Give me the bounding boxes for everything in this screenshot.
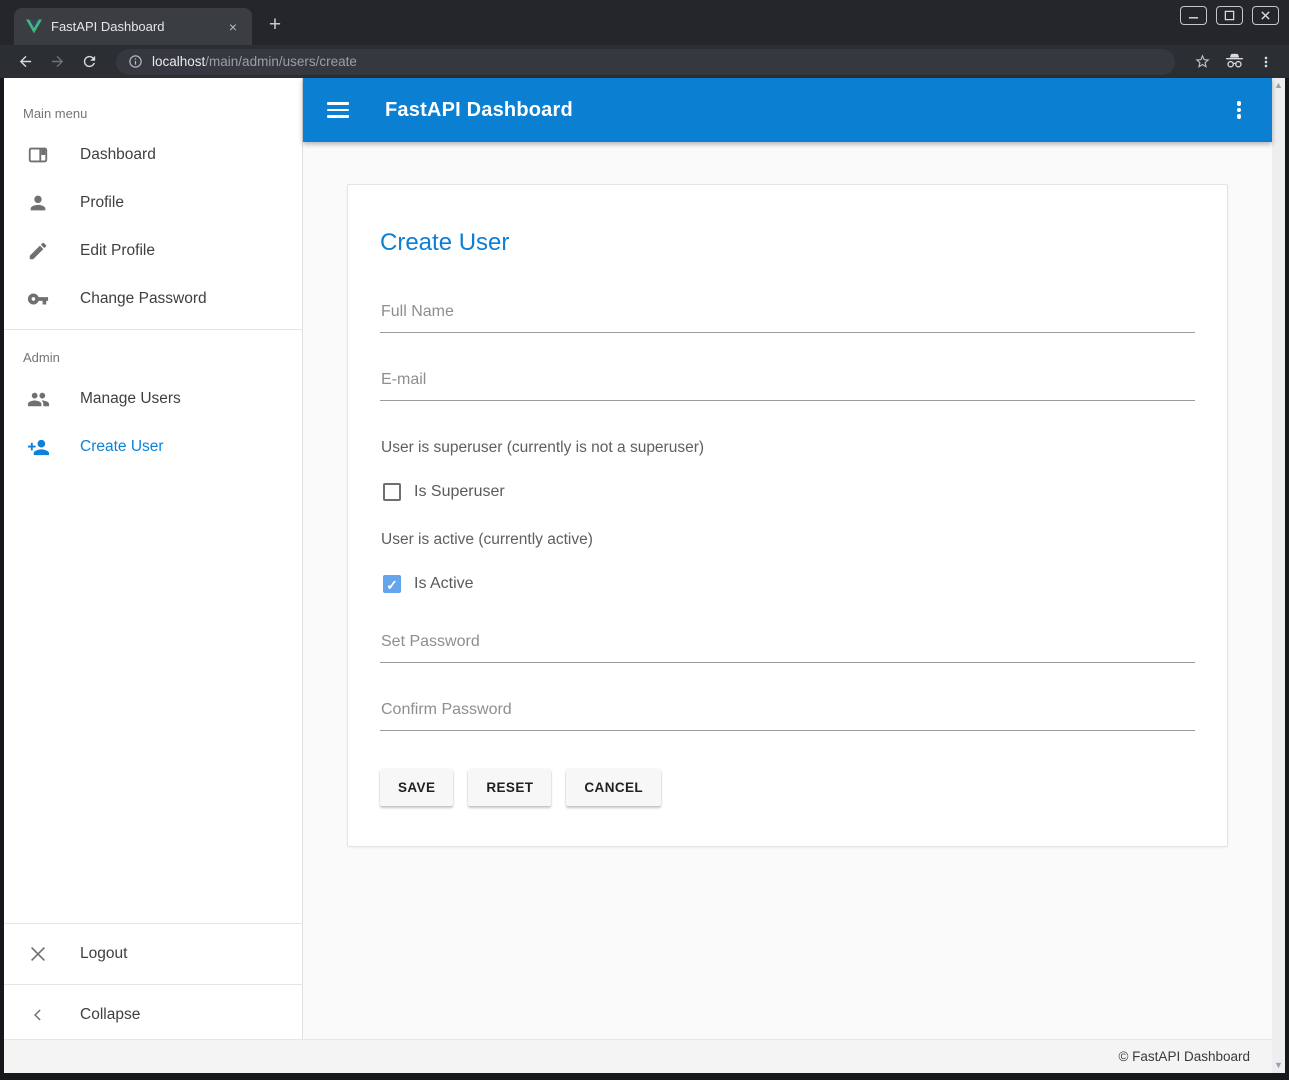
checkbox-label: Is Superuser (414, 483, 505, 501)
forward-arrow-icon (49, 53, 66, 70)
app-bar: FastAPI Dashboard (303, 78, 1272, 142)
is-active-checkbox[interactable]: ✓ (383, 575, 401, 593)
sidebar-item-label: Edit Profile (80, 242, 155, 260)
sidebar: Main menu Dashboard Profile (4, 78, 303, 1039)
full-name-field-wrap (380, 303, 1195, 333)
bookmark-star-button[interactable] (1189, 49, 1215, 75)
sidebar-item-logout[interactable]: Logout (4, 930, 302, 978)
sidebar-item-label: Dashboard (80, 146, 156, 164)
kebab-menu-icon (1237, 99, 1242, 121)
chevron-left-icon (26, 1003, 50, 1027)
email-input[interactable] (380, 371, 1195, 401)
incognito-icon (1225, 53, 1244, 70)
sidebar-divider (4, 329, 302, 330)
is-superuser-checkbox[interactable] (383, 483, 401, 501)
page-viewport: Main menu Dashboard Profile (4, 78, 1285, 1073)
superuser-note: User is superuser (currently is not a su… (381, 439, 1195, 457)
page-info-icon[interactable] (128, 54, 143, 69)
confirm-password-input[interactable] (380, 701, 1195, 731)
footer-copyright: © FastAPI Dashboard (1118, 1049, 1250, 1064)
app-bar-title: FastAPI Dashboard (385, 99, 573, 122)
confirm-password-field-wrap (380, 701, 1195, 731)
page-scrollbar[interactable]: ▲ ▼ (1272, 78, 1285, 1073)
url-text: localhost/main/admin/users/create (152, 53, 357, 71)
incognito-indicator (1221, 49, 1247, 75)
kebab-menu-icon (1258, 54, 1274, 70)
sidebar-item-dashboard[interactable]: Dashboard (4, 131, 302, 179)
reload-button[interactable] (76, 49, 102, 75)
people-icon (26, 387, 50, 411)
sidebar-section-admin: Admin (4, 336, 302, 375)
browser-menu-button[interactable] (1253, 49, 1279, 75)
sidebar-item-label: Change Password (80, 290, 207, 308)
hamburger-menu-icon[interactable] (327, 98, 351, 122)
window-controls (1180, 6, 1279, 25)
reload-icon (81, 53, 98, 70)
url-path: /main/admin/users/create (205, 54, 357, 69)
main-content: FastAPI Dashboard Create User (303, 78, 1272, 1039)
pencil-icon (26, 239, 50, 263)
sidebar-divider (4, 923, 302, 924)
save-button[interactable]: SAVE (380, 769, 453, 806)
footer: © FastAPI Dashboard (4, 1039, 1272, 1073)
sidebar-item-manage-users[interactable]: Manage Users (4, 375, 302, 423)
sidebar-item-profile[interactable]: Profile (4, 179, 302, 227)
cancel-button[interactable]: CANCEL (566, 769, 661, 806)
key-icon (26, 287, 50, 311)
browser-tab[interactable]: FastAPI Dashboard × (14, 8, 252, 45)
is-superuser-checkbox-row[interactable]: Is Superuser (383, 483, 1195, 501)
set-password-input[interactable] (380, 633, 1195, 663)
sidebar-item-label: Manage Users (80, 390, 181, 408)
forward-button[interactable] (44, 49, 70, 75)
scroll-up-arrow-icon[interactable]: ▲ (1274, 81, 1283, 90)
sidebar-item-edit-profile[interactable]: Edit Profile (4, 227, 302, 275)
page-body: Create User User is superuser (currently… (303, 142, 1272, 1039)
reset-button[interactable]: RESET (468, 769, 551, 806)
sidebar-item-label: Profile (80, 194, 124, 212)
maximize-button[interactable] (1216, 6, 1243, 25)
create-user-card: Create User User is superuser (currently… (347, 184, 1228, 847)
is-active-checkbox-row[interactable]: ✓ Is Active (383, 575, 1195, 593)
dashboard-icon (26, 143, 50, 167)
tab-close-icon[interactable]: × (224, 18, 242, 36)
full-name-input[interactable] (380, 303, 1195, 333)
back-button[interactable] (12, 49, 38, 75)
sidebar-section-main-menu: Main menu (4, 92, 302, 131)
back-arrow-icon (17, 53, 34, 70)
scroll-down-arrow-icon[interactable]: ▼ (1274, 1061, 1283, 1070)
email-field-wrap (380, 371, 1195, 401)
app-bar-menu-button[interactable] (1224, 95, 1254, 125)
person-add-icon (26, 435, 50, 459)
sidebar-bottom: Logout Collapse (4, 917, 302, 1039)
vue-favicon (26, 19, 42, 34)
address-bar[interactable]: localhost/main/admin/users/create (116, 49, 1175, 75)
minimize-button[interactable] (1180, 6, 1207, 25)
browser-window: FastAPI Dashboard × + localhost/main/adm… (0, 0, 1289, 1080)
sidebar-item-label: Logout (80, 945, 127, 963)
person-icon (26, 191, 50, 215)
sidebar-item-create-user[interactable]: Create User (4, 423, 302, 471)
checkbox-label: Is Active (414, 575, 474, 593)
sidebar-divider (4, 984, 302, 985)
url-host: localhost (152, 54, 205, 69)
active-note: User is active (currently active) (381, 531, 1195, 549)
sidebar-item-label: Create User (80, 438, 164, 456)
star-icon (1194, 53, 1211, 70)
set-password-field-wrap (380, 633, 1195, 663)
sidebar-item-collapse[interactable]: Collapse (4, 991, 302, 1039)
browser-toolbar: localhost/main/admin/users/create (0, 45, 1289, 78)
form-actions: SAVE RESET CANCEL (380, 769, 1195, 806)
page-title: Create User (380, 229, 1195, 257)
new-tab-button[interactable]: + (260, 11, 290, 41)
tab-title: FastAPI Dashboard (51, 19, 215, 34)
tab-strip: FastAPI Dashboard × + (0, 0, 1289, 45)
sidebar-item-change-password[interactable]: Change Password (4, 275, 302, 323)
close-window-button[interactable] (1252, 6, 1279, 25)
close-x-icon (26, 942, 50, 966)
sidebar-item-label: Collapse (80, 1006, 140, 1024)
